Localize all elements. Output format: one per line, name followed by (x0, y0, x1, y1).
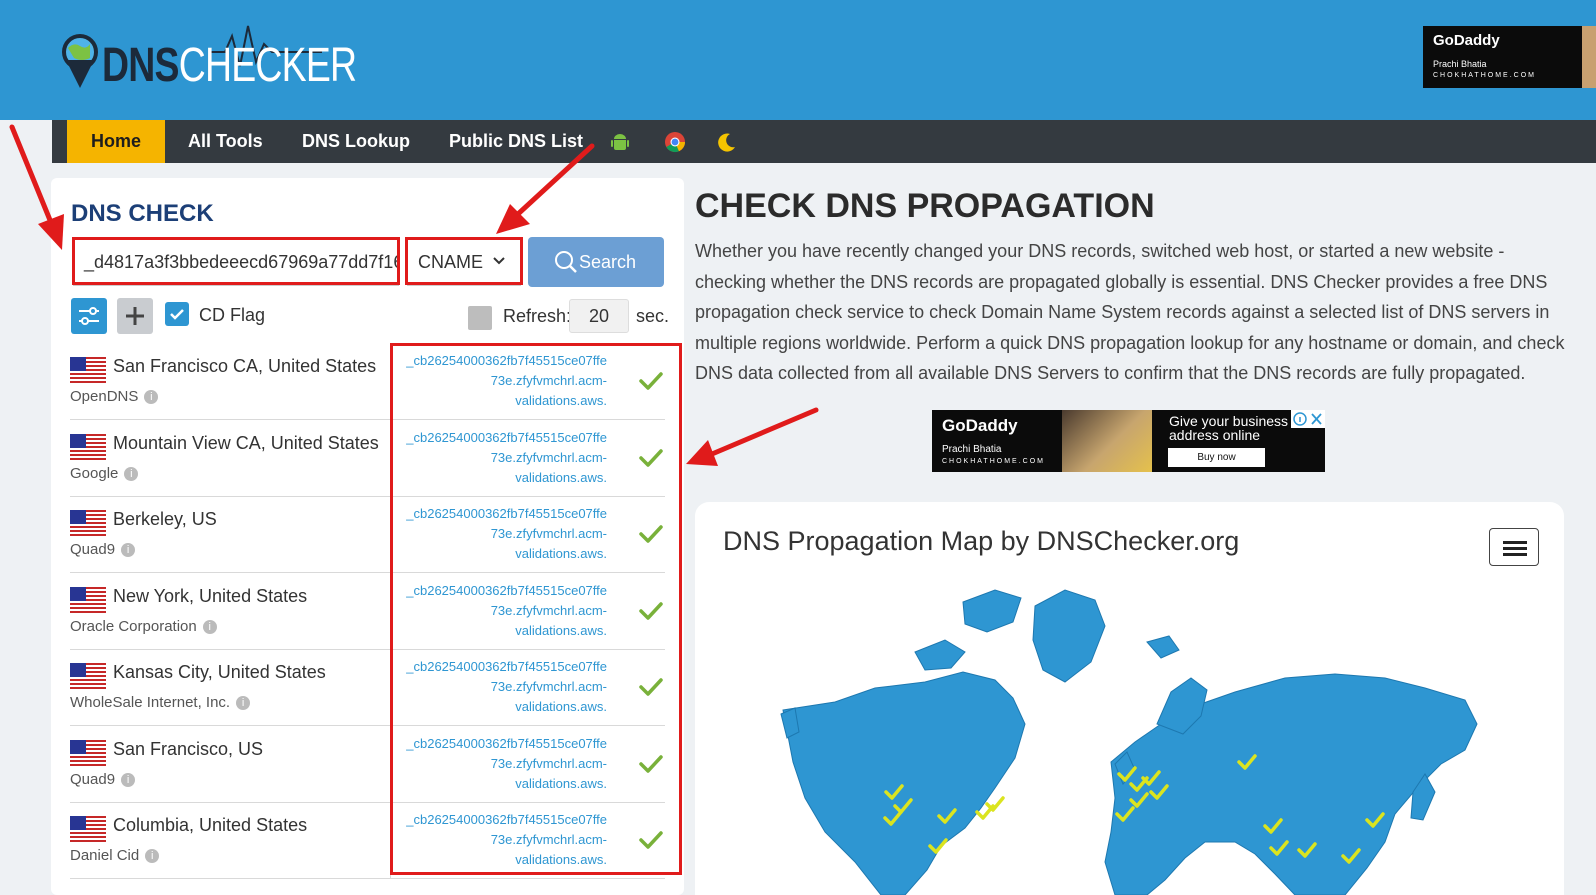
annotation-arrows (9, 124, 819, 466)
